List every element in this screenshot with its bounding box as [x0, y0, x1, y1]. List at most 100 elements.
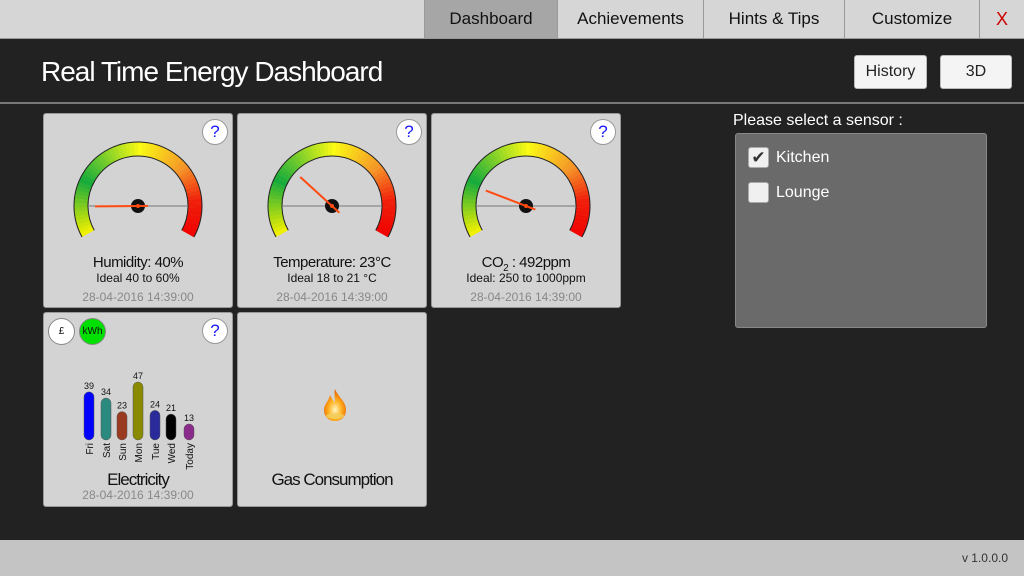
flame-icon — [324, 389, 346, 421]
temperature-ideal: Ideal 18 to 21 °C — [287, 271, 377, 285]
gauge-arc-segment — [381, 210, 396, 217]
3d-button[interactable]: 3D — [940, 55, 1012, 89]
gauge-arc-segment — [80, 173, 96, 184]
gauge-arc-segment — [310, 144, 319, 159]
gauge-arc-segment — [76, 220, 92, 230]
sensor-label-lounge: Lounge — [776, 183, 830, 201]
gauge-arc-segment — [112, 145, 122, 161]
gauge-arc-segment — [78, 177, 94, 187]
sensor-label-kitchen: Kitchen — [776, 148, 830, 166]
gauge-hub-center — [330, 204, 334, 208]
footer: v 1.0.0.0 — [0, 540, 1024, 576]
close-button[interactable]: X — [979, 0, 1024, 38]
gauge-arc-segment — [148, 143, 156, 158]
gauge-arc-segment — [281, 162, 296, 175]
gauge-arc-segment — [467, 226, 483, 238]
electricity-title: Electricity — [107, 470, 170, 489]
help-button[interactable]: ? — [202, 119, 228, 145]
sensor-lounge[interactable]: Lounge — [748, 182, 829, 203]
history-button[interactable]: History — [854, 55, 927, 89]
gauge-arc-segment — [74, 210, 89, 217]
gauge-arc-segment — [187, 194, 202, 201]
gauge-arc-segment — [345, 144, 354, 160]
co2-value: : 492ppm — [508, 254, 571, 271]
gas-card[interactable]: Gas Consumption — [237, 312, 427, 507]
gauge-arc-segment — [366, 159, 380, 173]
gauge-arc-segment — [186, 213, 202, 221]
humidity-card: ? Humidity: 40% Ideal 40 to 60% 28-04-20… — [43, 113, 233, 308]
gauge-arc-segment — [76, 185, 91, 194]
timestamp: 28-04-2016 14:39:00 — [82, 488, 194, 502]
gauge-arc-segment — [546, 147, 557, 162]
gauge-arc-segment — [560, 159, 574, 173]
gauge-needle — [299, 176, 341, 214]
bar-today — [183, 423, 195, 441]
bar-category-label: Sun — [118, 443, 129, 461]
gauge-arc-segment — [532, 142, 540, 158]
gauge-arc-segment — [104, 149, 115, 164]
electricity-chart: 39 Fri 34 Sat 23 Sun 47 Mon 24 Tue 21 Wed 13 Today — [83, 371, 196, 470]
gauge-arc-segment — [268, 193, 283, 201]
gauge-arc-segment — [562, 162, 577, 176]
gas-title: Gas Consumption — [271, 470, 393, 489]
timestamp: 28-04-2016 14:39:00 — [470, 290, 582, 304]
gauge-arc-segment — [552, 151, 564, 166]
gauge-arc-segment — [488, 151, 500, 166]
gauge-arc-segment — [465, 181, 480, 191]
gauge-arc-segment — [177, 166, 191, 178]
gauge-arc-segment — [462, 193, 477, 201]
gauge-arc-segment — [375, 227, 390, 238]
gauge-arc-segment — [75, 189, 90, 197]
gauge-arc-segment — [570, 177, 586, 188]
co2-ideal: Ideal: 250 to 1000ppm — [466, 271, 586, 285]
bar-category-label: Fri — [85, 443, 96, 455]
gauge-arc-segment — [462, 210, 477, 217]
gauge-arc-segment — [186, 189, 201, 197]
gauge-arc-segment — [378, 220, 394, 230]
tab-dashboard[interactable]: Dashboard — [424, 0, 557, 38]
sensor-kitchen[interactable]: ✔ Kitchen — [748, 147, 829, 168]
header-divider — [0, 102, 1024, 104]
help-button[interactable]: ? — [590, 119, 616, 145]
gauge-arc-segment — [124, 142, 132, 158]
gauge-arc-segment — [565, 166, 579, 178]
tab-achievements[interactable]: Achievements — [557, 0, 703, 38]
gauge-arc-segment — [268, 213, 284, 221]
gauge-arc-segment — [185, 217, 201, 226]
bar-value-label: 47 — [133, 371, 143, 381]
gauge-arc-segment — [575, 210, 590, 217]
gauge-arc-segment — [557, 156, 571, 170]
gauge-arc-segment — [569, 173, 584, 184]
gauge-arc-segment — [375, 173, 390, 184]
gauge-arc-segment — [284, 159, 298, 173]
tab-hints-tips[interactable]: Hints & Tips — [703, 0, 844, 38]
gauge-arc-segment — [154, 145, 165, 161]
gauge-arc-segment — [508, 143, 516, 158]
gauge-arc-segment — [481, 156, 495, 170]
help-button[interactable]: ? — [396, 119, 422, 145]
checkbox-unchecked[interactable] — [748, 182, 769, 203]
gauge-arc-segment — [381, 194, 396, 201]
gauge-arc-segment — [97, 153, 110, 168]
gauge-arc-segment — [187, 210, 202, 217]
gauge-arc-segment — [279, 166, 293, 178]
gauge-arc-segment — [478, 159, 492, 173]
checkbox-checked[interactable]: ✔ — [748, 147, 769, 168]
tab-customize[interactable]: Customize — [844, 0, 979, 38]
bar-category-label: Mon — [134, 443, 145, 462]
gauge-arc-segment — [496, 147, 507, 162]
gauge-arc-segment — [302, 147, 313, 162]
gauge-arc-segment — [90, 159, 104, 173]
gauge-arc-segment — [567, 169, 582, 181]
gauge-arc-segment — [363, 156, 377, 170]
gauge-arc-segment — [161, 149, 172, 164]
gauge-arc-segment — [272, 177, 288, 187]
gauge-arc-segment — [464, 185, 479, 194]
gauge-arc-segment — [573, 217, 589, 226]
gauge-arc-segment — [77, 181, 92, 191]
gauge-arc-segment — [271, 181, 286, 191]
version-label: v 1.0.0.0 — [961, 551, 1008, 565]
gauge-arc-segment — [269, 217, 285, 225]
gauge-arc-segment — [572, 220, 588, 230]
gauge-arc-segment — [462, 213, 478, 221]
